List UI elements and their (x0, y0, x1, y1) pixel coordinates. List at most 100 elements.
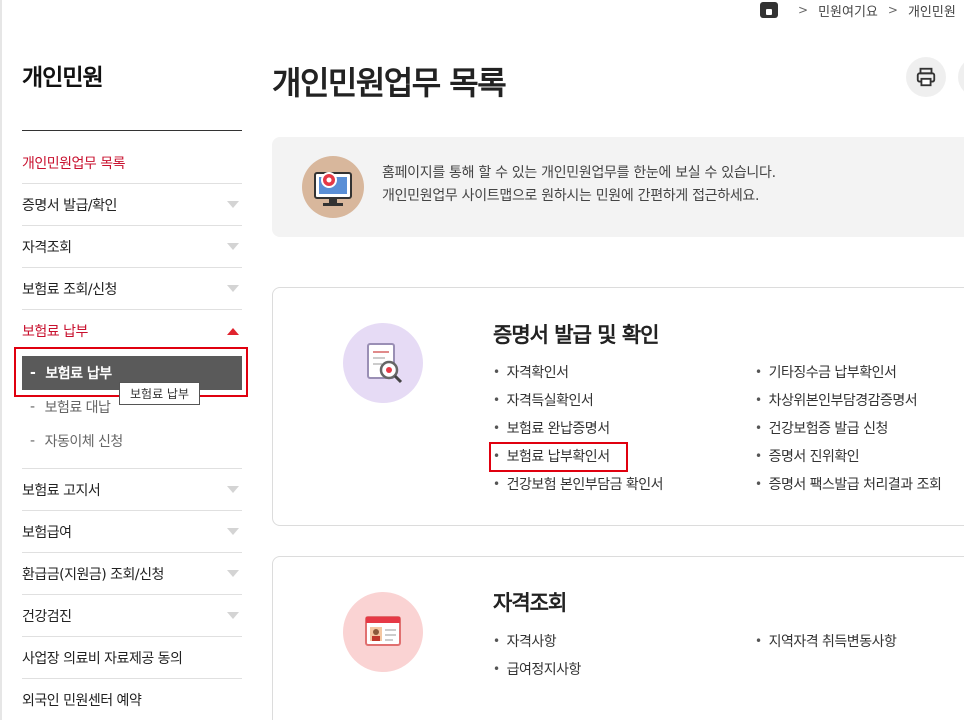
divider (22, 130, 242, 131)
bullet-icon: • (493, 393, 500, 407)
monitor-icon (302, 156, 364, 218)
sidebar-item-label: 보험료 조회/신청 (22, 281, 117, 298)
link-label: 증명서 진위확인 (768, 449, 860, 465)
card-title: 자격조회 (493, 591, 567, 615)
link-label: 보험료 완납증명서 (506, 421, 611, 437)
submenu-item-label: 보험료 대납 (44, 400, 111, 416)
sidebar-item-label: 자격조회 (22, 239, 72, 256)
submenu-item-auto-transfer[interactable]: - 자동이체 신청 (22, 424, 242, 458)
bullet-icon: • (755, 421, 762, 435)
window-edge (0, 0, 2, 720)
info-line: 개인민원업무 사이트맵으로 원하시는 민원에 간편하게 접근하세요. (382, 188, 760, 204)
chevron-down-icon (227, 285, 239, 292)
link-list: • 자격확인서 • 기타징수금 납부확인서 • 자격득실확인서 • 차상위본인부담경감증… (493, 358, 963, 498)
link-item[interactable]: • 지역자격 취득변동사항 (755, 627, 963, 655)
sidebar-item-checkup[interactable]: 건강검진 (22, 595, 242, 637)
sidebar-title: 개인민원 (22, 65, 104, 91)
sidebar-item-certificates[interactable]: 증명서 발급/확인 (22, 184, 242, 226)
document-search-icon (343, 323, 423, 403)
link-label: 급여정지사항 (506, 662, 582, 678)
link-item[interactable]: • 보험료 완납증명서 (493, 414, 755, 442)
share-button[interactable] (958, 57, 964, 97)
dash-icon: - (30, 399, 35, 415)
sidebar-item-refund[interactable]: 환급금(지원금) 조회/신청 (22, 553, 242, 595)
sidebar-item-label: 보험급여 (22, 524, 72, 541)
link-item[interactable]: • 차상위본인부담경감증명서 (755, 386, 963, 414)
link-list: • 자격사항 • 지역자격 취득변동사항 • 급여정지사항 (493, 627, 963, 683)
link-label: 자격득실확인서 (506, 393, 594, 409)
link-item[interactable]: • 증명서 진위확인 (755, 442, 963, 470)
chevron-down-icon (227, 201, 239, 208)
link-label: 기타징수금 납부확인서 (768, 365, 897, 381)
link-item[interactable]: • 건강보험증 발급 신청 (755, 414, 963, 442)
printer-icon (916, 67, 936, 87)
sidebar-item-premium-inquiry[interactable]: 보험료 조회/신청 (22, 268, 242, 310)
link-label: 건강보험 본인부담금 확인서 (506, 477, 664, 493)
chevron-down-icon (227, 570, 239, 577)
sidebar-item-label: 환급금(지원금) 조회/신청 (22, 566, 164, 583)
chevron-up-icon (227, 327, 239, 335)
sidebar-item-label: 개인민원업무 목록 (22, 155, 126, 172)
link-item[interactable]: • 증명서 팩스발급 처리결과 조회 (755, 470, 963, 498)
breadcrumb-item[interactable]: 개인민원 (908, 1, 956, 20)
sidebar-item-qualification[interactable]: 자격조회 (22, 226, 242, 268)
link-label: 자격확인서 (506, 365, 569, 381)
bullet-icon: • (493, 365, 500, 379)
chevron-down-icon (227, 528, 239, 535)
chevron-down-icon (227, 486, 239, 493)
bullet-icon: • (755, 449, 762, 463)
link-label: 차상위본인부담경감증명서 (768, 393, 918, 409)
bullet-icon: • (493, 477, 500, 491)
print-button[interactable] (906, 57, 946, 97)
sidebar-item-benefits[interactable]: 보험급여 (22, 511, 242, 553)
info-line: 홈페이지를 통해 할 수 있는 개인민원업무를 한눈에 보실 수 있습니다. (382, 165, 776, 181)
bullet-icon: • (755, 477, 762, 491)
submenu-item-label: 자동이체 신청 (44, 434, 124, 450)
tooltip: 보험료 납부 (119, 382, 200, 405)
link-label: 지역자격 취득변동사항 (768, 634, 897, 650)
bullet-icon: • (755, 634, 762, 648)
link-item[interactable]: • 급여정지사항 (493, 655, 755, 683)
sidebar-item-label: 건강검진 (22, 608, 72, 625)
link-item[interactable]: • 기타징수금 납부확인서 (755, 358, 963, 386)
link-label: 건강보험증 발급 신청 (768, 421, 889, 437)
page-title: 개인민원업무 목록 (272, 64, 507, 102)
chevron-down-icon (227, 612, 239, 619)
sidebar-menu: 개인민원업무 목록 증명서 발급/확인 자격조회 보험료 조회/신청 보험료 납… (22, 142, 242, 720)
sidebar-item-label: 증명서 발급/확인 (22, 197, 117, 214)
bullet-icon: • (755, 393, 762, 407)
link-label: 자격사항 (506, 634, 557, 650)
sidebar-item-label: 사업장 의료비 자료제공 동의 (22, 650, 183, 667)
highlight-box (489, 442, 628, 472)
breadcrumb: > 민원여기요 > 개인민원 > 개 (760, 0, 964, 20)
bullet-icon: • (755, 365, 762, 379)
bullet-icon: • (493, 421, 500, 435)
info-box: 홈페이지를 통해 할 수 있는 개인민원업무를 한눈에 보실 수 있습니다. 개… (272, 137, 964, 237)
chevron-down-icon (227, 243, 239, 250)
link-item[interactable]: • 자격사항 (493, 627, 755, 655)
sidebar-item-medical-data-consent[interactable]: 사업장 의료비 자료제공 동의 (22, 637, 242, 679)
info-text: 홈페이지를 통해 할 수 있는 개인민원업무를 한눈에 보실 수 있습니다. 개… (382, 162, 776, 208)
id-card-icon (343, 592, 423, 672)
bullet-icon: • (493, 662, 500, 676)
sidebar-item-bill[interactable]: 보험료 고지서 (22, 469, 242, 511)
sidebar-item-foreigner-reservation[interactable]: 외국인 민원센터 예약 (22, 679, 242, 720)
category-card-qualification: 자격조회 • 자격사항 • 지역자격 취득변동사항 • 급여정지사항 (272, 556, 964, 720)
sidebar-item-premium-payment[interactable]: 보험료 납부 (22, 310, 242, 352)
dash-icon: - (30, 433, 35, 449)
sidebar-item-civil-list[interactable]: 개인민원업무 목록 (22, 142, 242, 184)
chevron-right-icon: > (798, 3, 809, 17)
category-card-certificates: 증명서 발급 및 확인 • 자격확인서 • 기타징수금 납부확인서 • 자격득실확인서… (272, 287, 964, 526)
sidebar-item-label: 외국인 민원센터 예약 (22, 692, 142, 709)
breadcrumb-item[interactable]: 민원여기요 (818, 1, 878, 20)
link-item[interactable]: • 자격확인서 (493, 358, 755, 386)
sidebar-item-label: 보험료 납부 (22, 324, 88, 340)
home-icon[interactable] (760, 2, 778, 18)
bullet-icon: • (493, 634, 500, 648)
link-item[interactable]: • 건강보험 본인부담금 확인서 (493, 470, 755, 498)
link-label: 증명서 팩스발급 처리결과 조회 (768, 477, 942, 493)
chevron-right-icon: > (887, 3, 898, 17)
link-item[interactable]: • 자격득실확인서 (493, 386, 755, 414)
sidebar-item-label: 보험료 고지서 (22, 482, 101, 499)
card-title: 증명서 발급 및 확인 (493, 323, 659, 347)
